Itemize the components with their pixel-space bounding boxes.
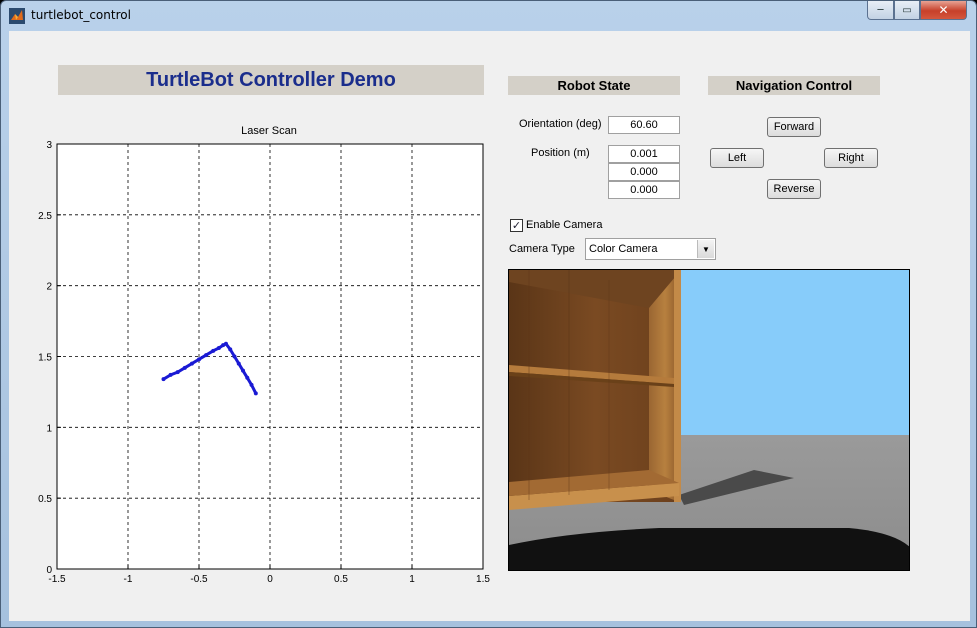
x-tick-label: 0	[267, 574, 273, 585]
y-tick-label: 0	[46, 565, 52, 576]
matlab-icon	[9, 8, 25, 24]
chevron-down-icon[interactable]: ▼	[697, 240, 714, 258]
forward-button[interactable]: Forward	[767, 117, 821, 137]
x-tick-label: -1	[124, 574, 133, 585]
laser-scan-plot: Laser Scan -1.5 -1 -0.5 0 0.5 1 1.5 00.511.522…	[38, 125, 490, 585]
y-tick-label: 2	[46, 282, 52, 293]
check-icon: ✓	[511, 219, 522, 232]
scan-point	[216, 346, 221, 350]
navigation-control-header: Navigation Control	[708, 76, 880, 95]
x-tick-label: 1.5	[476, 574, 490, 585]
y-tick-label: 2.5	[38, 211, 52, 222]
y-tick-label: 1.5	[38, 353, 52, 364]
scan-point	[204, 353, 209, 358]
enable-camera-label: Enable Camera	[526, 219, 603, 231]
scan-point	[249, 382, 254, 387]
close-icon: ✕	[938, 3, 949, 17]
position-z-field[interactable]: 0.000	[608, 181, 680, 199]
plot-title: Laser Scan	[241, 125, 297, 137]
window-title: turtlebot_control	[31, 8, 131, 22]
scan-point	[245, 375, 250, 380]
scan-point	[241, 368, 246, 373]
camera-type-dropdown[interactable]: Color Camera ▼	[585, 238, 716, 260]
minimize-button[interactable]: ─	[867, 1, 894, 20]
maximize-button[interactable]: ▭	[894, 1, 920, 20]
x-tick-label: 1	[409, 574, 415, 585]
scan-point	[175, 370, 180, 375]
camera-scene	[509, 270, 909, 570]
camera-type-value: Color Camera	[589, 243, 658, 255]
right-button[interactable]: Right	[824, 148, 878, 168]
x-tick-label: 0.5	[334, 574, 348, 585]
scan-point	[228, 347, 233, 352]
reverse-button[interactable]: Reverse	[767, 179, 821, 199]
camera-image	[508, 269, 910, 571]
enable-camera-checkbox[interactable]: ✓	[510, 219, 523, 232]
title-bar[interactable]: turtlebot_control ─ ▭ ✕	[1, 1, 976, 30]
scan-point	[232, 354, 237, 359]
maximize-icon: ▭	[902, 4, 912, 16]
scan-point	[161, 377, 166, 382]
close-button[interactable]: ✕	[920, 1, 967, 20]
orientation-label: Orientation (deg)	[519, 118, 602, 130]
orientation-field[interactable]: 60.60	[608, 116, 680, 134]
scan-point	[236, 361, 241, 366]
scan-point	[189, 361, 194, 366]
position-label: Position (m)	[531, 147, 590, 159]
scan-point	[211, 348, 216, 353]
position-y-field[interactable]: 0.000	[608, 163, 680, 181]
robot-state-header: Robot State	[508, 76, 680, 95]
scan-point	[223, 341, 228, 346]
scan-point	[182, 365, 187, 370]
scan-point	[253, 391, 258, 396]
scan-point	[168, 372, 173, 377]
y-tick-label: 1	[46, 423, 52, 434]
y-tick-label: 3	[46, 140, 52, 151]
camera-type-label: Camera Type	[509, 243, 575, 255]
minimize-icon: ─	[877, 4, 884, 16]
scan-point	[197, 357, 201, 362]
left-button[interactable]: Left	[710, 148, 764, 168]
position-x-field[interactable]: 0.001	[608, 145, 680, 163]
y-tick-label: 0.5	[38, 494, 52, 505]
x-tick-label: -0.5	[190, 574, 208, 585]
